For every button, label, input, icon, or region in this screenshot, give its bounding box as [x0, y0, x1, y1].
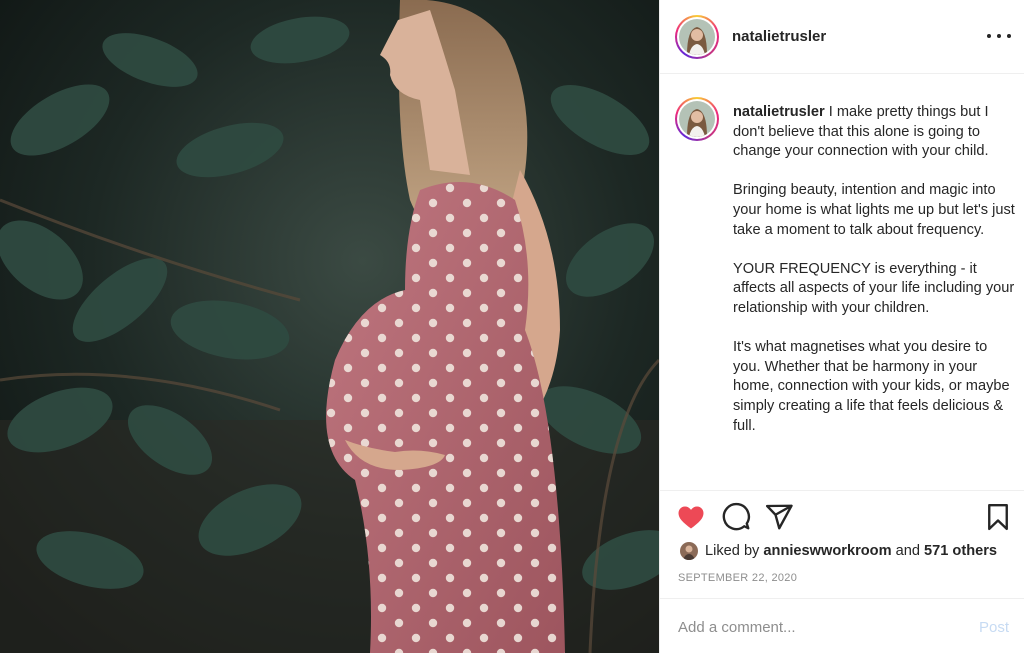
- caption-text: natalietrusler I make pretty things but …: [733, 103, 1018, 456]
- caption-paragraph: YOUR FREQUENCY is everything - it affect…: [733, 260, 1015, 316]
- post-header: natalietrusler: [660, 0, 1024, 74]
- likes-prefix: Liked by: [705, 543, 764, 559]
- caption-paragraph: It's what magnetises what you desire to …: [733, 339, 1010, 434]
- likes-summary: Liked by annieswworkroom and 571 others: [680, 540, 997, 562]
- comment-bubble-icon[interactable]: [721, 502, 751, 532]
- caption-paragraph: Bringing beauty, intention and magic int…: [733, 182, 1015, 238]
- comment-input[interactable]: [678, 613, 958, 641]
- caption-avatar[interactable]: [675, 97, 719, 141]
- action-bar: [660, 496, 1024, 536]
- paper-plane-icon[interactable]: [764, 502, 794, 532]
- more-horizontal-icon[interactable]: [987, 26, 1011, 46]
- caption-paragraph: natalietrusler I make pretty things but …: [733, 103, 1018, 162]
- post-photo[interactable]: [0, 0, 659, 653]
- avatar[interactable]: [675, 15, 719, 59]
- likes-middle: and: [891, 543, 925, 559]
- likes-others-link[interactable]: 571 others: [924, 543, 997, 559]
- avatar-image: [679, 19, 715, 55]
- comment-bar: Post: [660, 598, 1024, 653]
- heart-filled-icon[interactable]: [676, 502, 706, 532]
- liker-avatar[interactable]: [680, 542, 698, 560]
- avatar-image: [679, 101, 715, 137]
- caption-username[interactable]: natalietrusler: [733, 104, 825, 120]
- caption-area: natalietrusler I make pretty things but …: [660, 74, 1024, 491]
- bookmark-icon[interactable]: [983, 502, 1013, 532]
- liker-username[interactable]: annieswworkroom: [763, 543, 891, 559]
- photo-illustration: [0, 0, 659, 653]
- post-details-panel: natalietrusler natalietrusler I make pre…: [659, 0, 1024, 653]
- post-author-username[interactable]: natalietrusler: [732, 28, 826, 45]
- post-comment-button[interactable]: Post: [979, 619, 1009, 636]
- post-date[interactable]: SEPTEMBER 22, 2020: [678, 572, 797, 584]
